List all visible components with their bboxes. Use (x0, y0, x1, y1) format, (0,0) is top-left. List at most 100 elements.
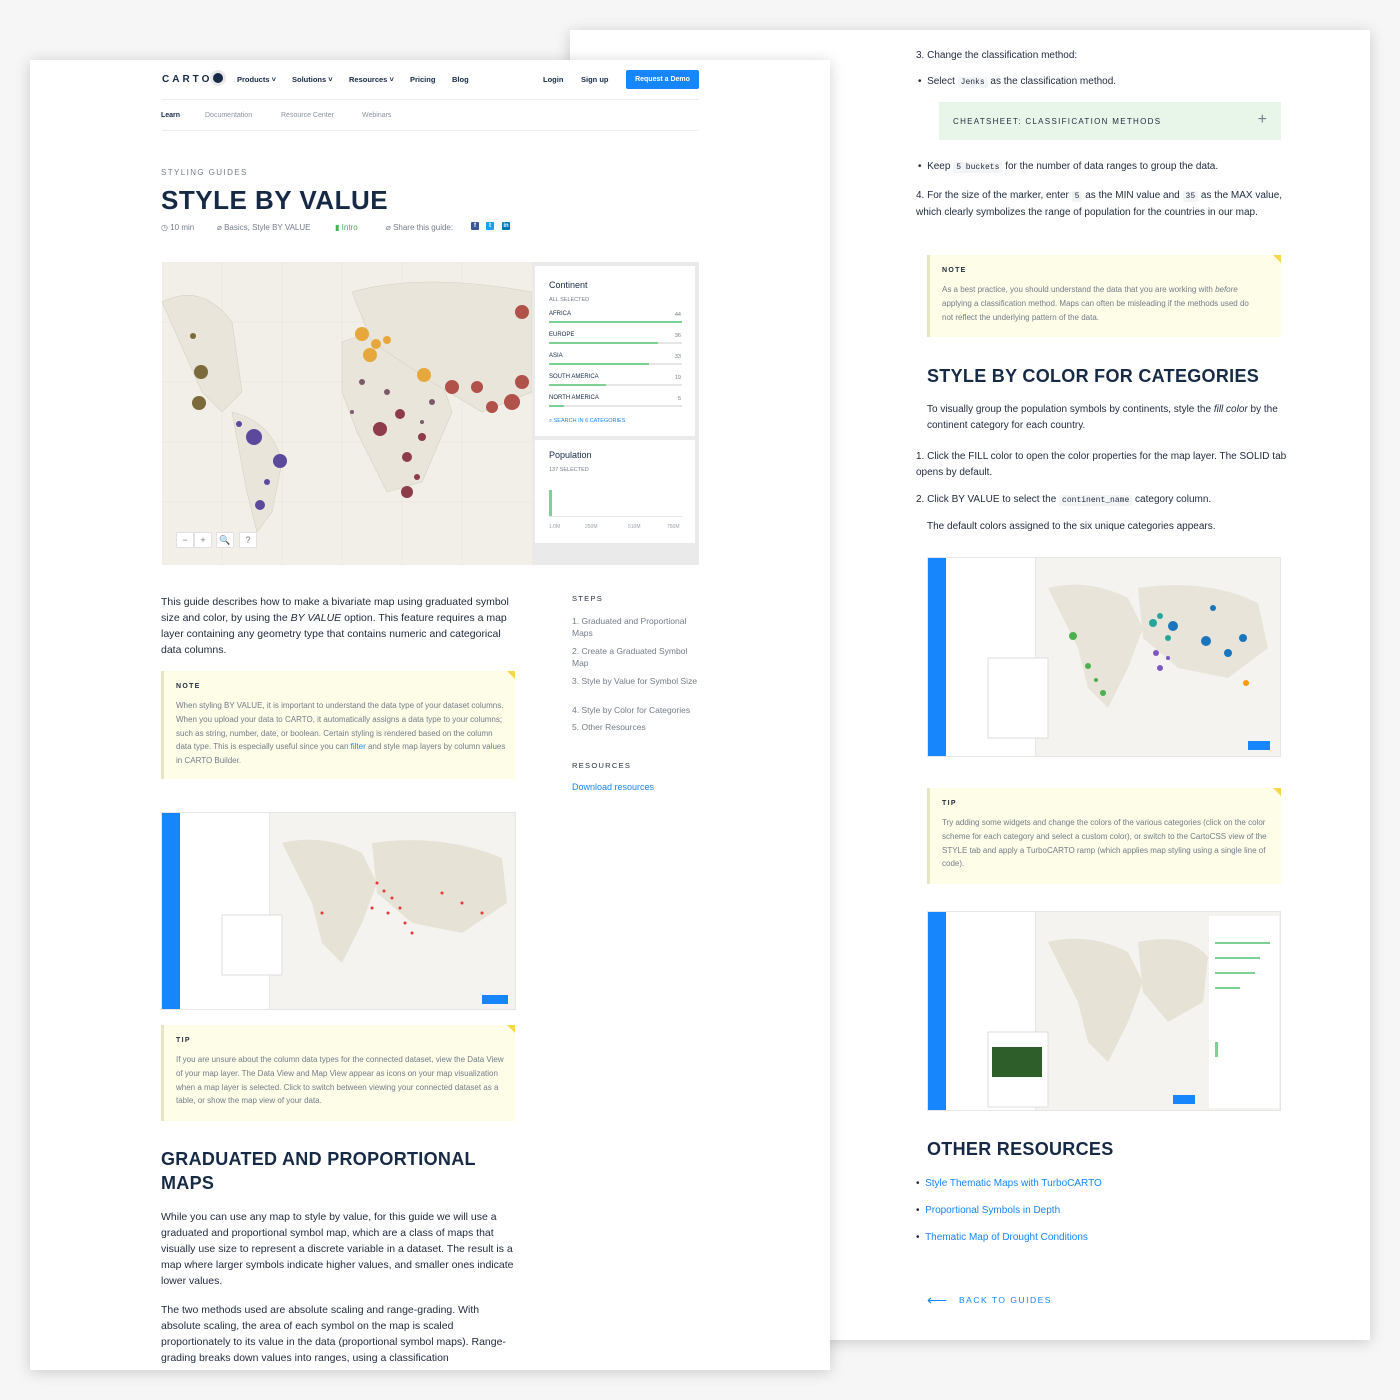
linkedin-icon[interactable]: in (502, 222, 510, 230)
graduated-paragraph-1: While you can use any map to style by va… (161, 1211, 514, 1287)
step-link-2[interactable]: 2. Create a Graduated Symbol Map (572, 645, 702, 669)
hero-map-preview: Continent ALL SELECTED AFRICA 44 EUROPE … (162, 262, 699, 565)
twitter-icon[interactable]: t (486, 222, 494, 230)
corner-marker (1273, 255, 1281, 263)
step-link-1[interactable]: 1. Graduated and Proportional Maps (572, 615, 702, 639)
search-icon: ⌕ (549, 418, 553, 424)
category-bar-track (549, 405, 682, 407)
cheatsheet-accordion[interactable]: CHEATSHEET: CLASSIFICATION METHODS + (939, 102, 1281, 140)
axis-label: 250M (585, 524, 598, 530)
resource-link-2[interactable]: • Proportional Symbols in Depth (916, 1205, 1060, 1216)
nav-pricing[interactable]: Pricing (410, 75, 435, 84)
continent-widget: Continent ALL SELECTED AFRICA 44 EUROPE … (535, 266, 695, 436)
subnav-learn[interactable]: Learn (161, 112, 180, 119)
nav-solutions[interactable]: Solutions ˅ (292, 75, 333, 84)
category-label[interactable]: NORTH AMERICA (549, 395, 599, 401)
step-3: 3. Change the classification method: (916, 50, 1078, 61)
step-link-5[interactable]: 5. Other Resources (572, 721, 702, 733)
resource-link-3[interactable]: • Thematic Map of Drought Conditions (916, 1232, 1088, 1243)
filter-link[interactable]: filter (351, 742, 366, 751)
category-value: 44 (674, 312, 681, 318)
download-resources-link[interactable]: Download resources (572, 781, 702, 793)
note-callout: NOTE When styling BY VALUE, it is import… (161, 671, 515, 779)
resource-link-1[interactable]: • Style Thematic Maps with TurboCARTO (916, 1178, 1102, 1189)
builder-screenshot-dataset (161, 812, 516, 1010)
zoom-out-button[interactable]: − (176, 532, 194, 548)
widget-title-continent: Continent (549, 280, 588, 290)
category-label[interactable]: AFRICA (549, 311, 571, 317)
builder-screenshot-categories (927, 557, 1281, 757)
dataset-map-image (221, 839, 508, 1004)
axis-label: 750M (667, 524, 680, 530)
bubble-map-image (162, 262, 533, 565)
back-to-guides-link[interactable]: BACK TO GUIDES (959, 1295, 1052, 1305)
category-map-image (987, 584, 1270, 750)
category-bar (549, 321, 682, 323)
category-label[interactable]: ASIA (549, 353, 563, 359)
resources-title: RESOURCES (572, 761, 632, 770)
intro-paragraph: This guide describes how to make a bivar… (161, 596, 509, 656)
color-step-1: 1. Click the FILL color to open the colo… (916, 451, 1287, 478)
facebook-icon[interactable]: f (471, 222, 479, 230)
bullet-jenks: • Select Jenks as the classification met… (918, 76, 1117, 88)
request-demo-button[interactable]: Request a Demo (626, 70, 699, 89)
histogram-bar (549, 490, 552, 516)
guide-page: CARTO Products ˅ Solutions ˅ Resources ˅… (30, 60, 830, 1370)
corner-marker (1273, 788, 1281, 796)
category-value: 19 (674, 375, 681, 381)
axis-label: 1.0M (549, 524, 561, 530)
widget-population-selected: 137 SELECTED (549, 467, 589, 473)
link-icon: ⌀ (386, 223, 391, 232)
corner-marker (507, 671, 515, 679)
signup-link[interactable]: Sign up (581, 75, 609, 84)
step-link-3[interactable]: 3. Style by Value for Symbol Size (572, 675, 702, 687)
section-title-graduated: GRADUATED AND PROPORTIONAL MAPS (161, 1149, 476, 1193)
builder-screenshot-widgets (927, 911, 1281, 1111)
expand-icon[interactable]: + (1258, 111, 1267, 129)
search-categories-link[interactable]: ⌕ SEARCH IN 6 CATEGORIES (549, 418, 625, 425)
tag-icon: ⌀ (217, 223, 222, 232)
arrow-left-icon[interactable]: ⟵ (927, 1292, 947, 1309)
widget-title-population: Population (549, 450, 592, 460)
nav-products[interactable]: Products ˅ (237, 75, 276, 84)
step-link-4[interactable]: 4. Style by Color for Categories (572, 704, 702, 716)
color-intro: To visually group the population symbols… (927, 404, 1278, 431)
share: ⌀ Share this guide: (386, 223, 454, 232)
graduated-paragraph-2: The two methods used are absolute scalin… (161, 1304, 506, 1364)
histogram-axis (549, 516, 682, 517)
logo-dot-icon (213, 73, 224, 83)
nav-blog[interactable]: Blog (452, 75, 469, 84)
category-bar (549, 384, 607, 386)
subnav-webinars[interactable]: Webinars (362, 112, 391, 119)
help-button[interactable]: ? (239, 532, 257, 548)
login-link[interactable]: Login (543, 75, 563, 84)
subnav-divider (162, 130, 699, 131)
world-map (162, 262, 533, 565)
other-resources-title: OTHER RESOURCES (927, 1139, 1114, 1159)
category-value: 33 (674, 354, 681, 360)
category-value: 5 (677, 396, 681, 402)
search-map-button[interactable]: 🔍 (216, 532, 234, 548)
clock-icon: ◷ (161, 223, 168, 232)
duration: ◷ 10 min (161, 223, 195, 232)
category-bar (549, 405, 564, 407)
subnav-documentation[interactable]: Documentation (205, 112, 252, 119)
category-bar (549, 342, 659, 344)
category-value: 36 (674, 333, 681, 339)
header-divider (162, 99, 699, 100)
color-step-2: 2. Click BY VALUE to select the continen… (916, 494, 1212, 506)
subnav-resource-center[interactable]: Resource Center (281, 112, 334, 119)
tip-callout-right: TIP Try adding some widgets and change t… (927, 788, 1281, 884)
level: ▮ Intro (335, 223, 358, 232)
nav-resources[interactable]: Resources ˅ (349, 75, 394, 84)
category-label[interactable]: SOUTH AMERICA (549, 374, 599, 380)
zoom-in-button[interactable]: + (194, 532, 212, 548)
carto-logo[interactable]: CARTO (162, 73, 224, 85)
category-label[interactable]: EUROPE (549, 332, 574, 338)
cheatsheet-title: CHEATSHEET: CLASSIFICATION METHODS (953, 117, 1162, 126)
tags: ⌀ Basics, Style BY VALUE (217, 223, 311, 232)
section-title-color: STYLE BY COLOR FOR CATEGORIES (927, 366, 1260, 386)
category-bar (549, 363, 649, 365)
tip-callout: TIP If you are unsure about the column d… (161, 1025, 515, 1121)
corner-marker (507, 1025, 515, 1033)
